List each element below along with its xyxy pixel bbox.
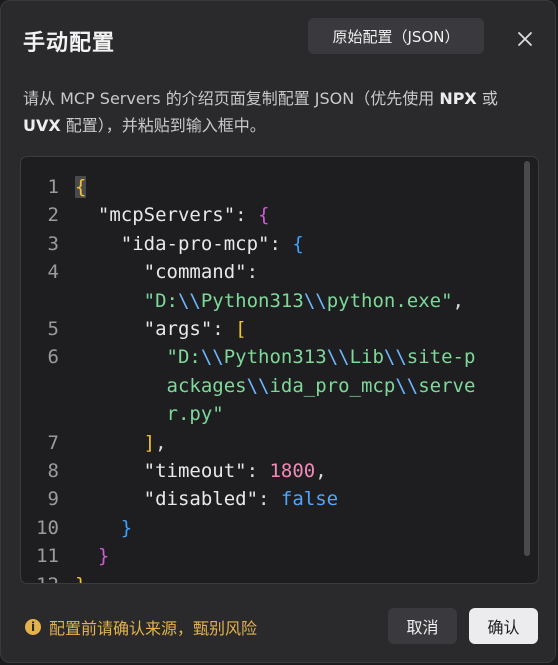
code-line: 5 "args": [: [47, 318, 247, 341]
cancel-button[interactable]: 取消: [388, 608, 457, 644]
code-line: 2 "mcpServers": {: [47, 204, 270, 227]
risk-warning-text: 配置前请确认来源，甄别风险: [49, 619, 258, 638]
code-line: "D:\\Python313\\python.exe",: [143, 289, 464, 312]
risk-warning: i 配置前请确认来源，甄别风险: [25, 615, 257, 639]
code-line: ackages\\ida_pro_mcp\\serve: [166, 374, 476, 397]
manual-config-dialog: 手动配置 原始配置（JSON） 请从 MCP Servers 的介绍页面复制配置…: [0, 0, 556, 663]
close-icon[interactable]: [511, 25, 539, 53]
code-line: 7 ],: [47, 431, 167, 454]
raw-config-button[interactable]: 原始配置（JSON）: [308, 18, 484, 54]
dialog-description: 请从 MCP Servers 的介绍页面复制配置 JSON（优先使用 NPX 或…: [23, 89, 498, 135]
info-icon: i: [25, 619, 41, 635]
dialog-title: 手动配置: [23, 31, 116, 56]
confirm-button[interactable]: 确认: [469, 608, 538, 644]
npx-label: NPX: [439, 89, 477, 108]
code-line: r.py": [166, 403, 224, 426]
code-line: 12}: [21, 571, 521, 583]
code-line: 8 "timeout": 1800,: [47, 460, 327, 483]
uvx-label: UVX: [23, 116, 61, 135]
code-line: 10 }: [36, 516, 133, 539]
code-line: 6 "D:\\Python313\\Lib\\site-p: [47, 346, 476, 369]
editor-scrollbar[interactable]: [524, 161, 530, 556]
code-line: 4 "command":: [47, 261, 259, 284]
code-line: 11 }: [36, 545, 110, 568]
code-line: 3 "ida-pro-mcp": {: [47, 232, 304, 255]
code-area[interactable]: 1{ 2 "mcpServers": { 3 "ida-pro-mcp": { …: [21, 173, 521, 583]
code-line: 1{: [47, 176, 87, 198]
code-line: 9 "disabled": false: [47, 488, 339, 511]
json-editor[interactable]: 1{ 2 "mcpServers": { 3 "ida-pro-mcp": { …: [20, 156, 539, 584]
